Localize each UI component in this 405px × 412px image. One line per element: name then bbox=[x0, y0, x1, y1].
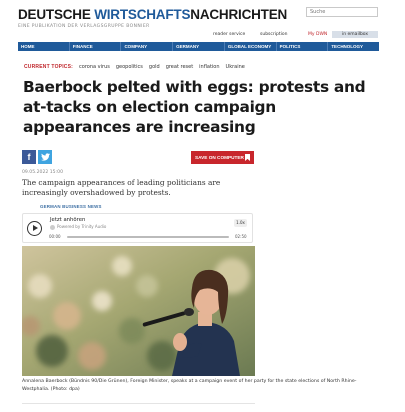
logo-part-2: WIRTSCHAFTS bbox=[94, 7, 191, 22]
topic-link[interactable]: gold bbox=[149, 64, 160, 70]
player-duration: 02:50 bbox=[235, 234, 247, 239]
nav-item-global-economy[interactable]: GLOBAL ECONOMY bbox=[225, 42, 277, 51]
player-current-time: 00:00 bbox=[49, 234, 61, 239]
topic-link[interactable]: geopolitics bbox=[116, 64, 143, 70]
save-button-label: SAVE ON COMPUTER bbox=[195, 155, 244, 160]
article-date: 09.05.2022 15:00 bbox=[22, 170, 64, 175]
reader-service-link[interactable]: reader service bbox=[213, 31, 245, 38]
logo-part-3: NACHRICHTEN bbox=[190, 7, 288, 22]
topic-link[interactable]: inflation bbox=[199, 64, 219, 70]
subscription-link[interactable]: subscription bbox=[260, 31, 287, 38]
topic-link[interactable]: great reset bbox=[166, 64, 193, 70]
current-topics-bar: CURRENT TOPICS: corona virus geopolitics… bbox=[24, 64, 245, 70]
player-powered-by: Powered by Trinity Audio bbox=[50, 224, 106, 230]
audio-player: Jetzt anhören Powered by Trinity Audio 1… bbox=[22, 213, 253, 243]
nav-item-finance[interactable]: FINANCE bbox=[70, 42, 122, 51]
player-progress-bar[interactable] bbox=[67, 236, 229, 238]
article-lead: The campaign appearances of leading poli… bbox=[22, 178, 221, 197]
photo-illustration bbox=[22, 246, 255, 376]
emailbox-link[interactable]: in emailbox bbox=[332, 31, 379, 38]
trinity-audio-logo-icon bbox=[50, 224, 55, 230]
article-source: GERMAN BUSINESS NEWS bbox=[40, 204, 102, 209]
player-powered-text: Powered by Trinity Audio bbox=[57, 224, 107, 229]
search-input[interactable] bbox=[306, 7, 378, 17]
logo-subtitle: EINE PUBLIKATION DER VERLAGSGRUPPE BONNI… bbox=[18, 24, 150, 29]
facebook-share-button[interactable]: f bbox=[22, 150, 36, 164]
site-logo[interactable]: DEUTSCHE WIRTSCHAFTSNACHRICHTEN EINE PUB… bbox=[18, 7, 287, 29]
nav-item-home[interactable]: HOME bbox=[18, 42, 70, 51]
topic-link[interactable]: corona virus bbox=[79, 64, 110, 70]
logo-wordmark: DEUTSCHE WIRTSCHAFTSNACHRICHTEN bbox=[18, 7, 287, 23]
twitter-share-button[interactable] bbox=[38, 150, 52, 164]
bookmark-icon bbox=[245, 154, 250, 161]
main-navigation: HOME FINANCE COMPANY GERMANY GLOBAL ECON… bbox=[18, 42, 379, 51]
twitter-icon bbox=[40, 153, 50, 161]
play-icon[interactable] bbox=[27, 221, 42, 236]
article-photo bbox=[22, 246, 255, 376]
nav-item-politics[interactable]: POLITICS bbox=[277, 42, 329, 51]
player-title: Jetzt anhören bbox=[50, 217, 86, 223]
nav-item-germany[interactable]: GERMANY bbox=[173, 42, 225, 51]
playback-speed-button[interactable]: 1.0x bbox=[234, 219, 247, 227]
logo-part-1: DEUTSCHE bbox=[18, 7, 95, 22]
divider bbox=[22, 403, 255, 404]
nav-item-company[interactable]: COMPANY bbox=[121, 42, 174, 51]
article-headline: Baerbock pelted with eggs: protests and … bbox=[23, 78, 366, 136]
topics-label: CURRENT TOPICS: bbox=[24, 64, 74, 70]
save-on-computer-button[interactable]: SAVE ON COMPUTER bbox=[191, 151, 254, 164]
photo-caption: Annalena Baerbock (Bündnis 90/Die Grünen… bbox=[22, 379, 357, 392]
my-dwn-link[interactable]: My DWN bbox=[308, 31, 327, 38]
topic-link[interactable]: Ukraine bbox=[226, 64, 245, 70]
facebook-icon: f bbox=[27, 152, 31, 162]
nav-item-technology[interactable]: TECHNOLOGY bbox=[328, 42, 379, 51]
